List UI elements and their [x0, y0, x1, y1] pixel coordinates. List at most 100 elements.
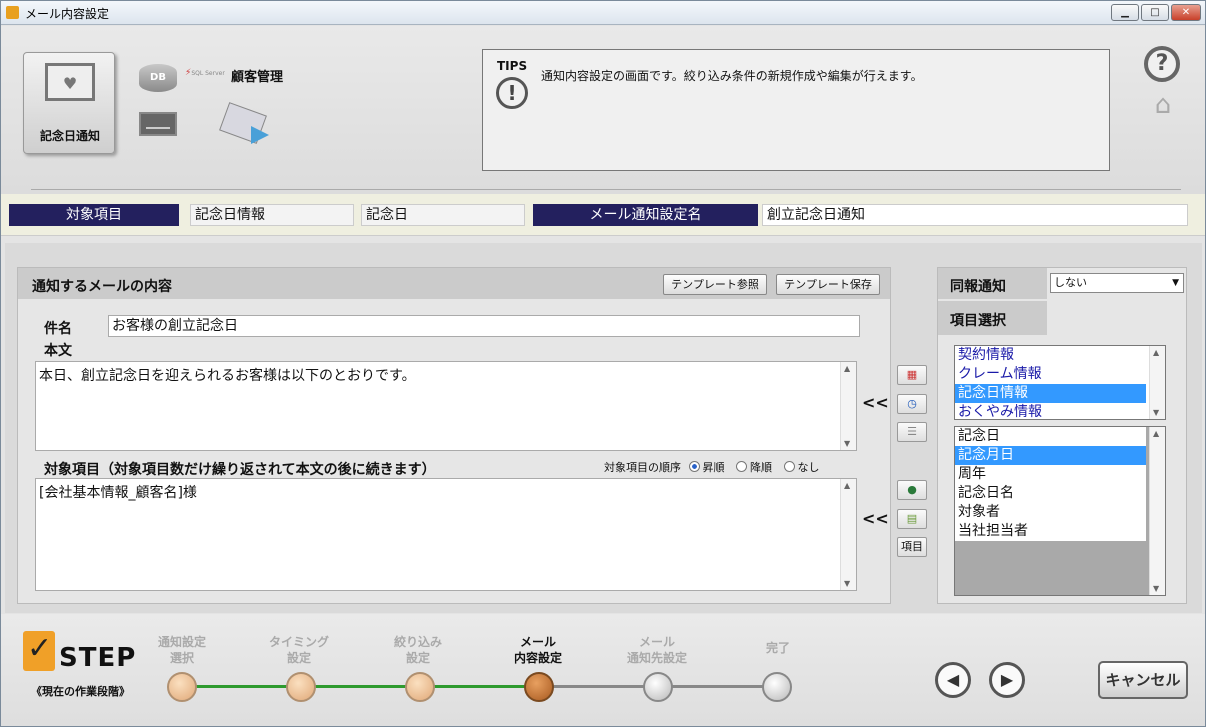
close-button[interactable]: ✕ [1171, 4, 1201, 21]
info-bar: 対象項目 記念日情報 記念日 メール通知設定名 創立記念日通知 [1, 194, 1205, 236]
target-value-1: 記念日情報 [190, 204, 354, 226]
step-label: 完了 [765, 641, 790, 655]
order-radio-group: 対象項目の順序 昇順 降順 なし [604, 459, 828, 475]
step-logo: STEP [23, 631, 143, 691]
items-scrollbar[interactable]: ▲ ▼ [840, 479, 856, 590]
customer-management-label: 顧客管理 [231, 70, 284, 85]
main-window: メール内容設定 ▁ □ ✕ ♥ 記念日通知 DB ⚡SQL Server 顧客管… [0, 0, 1206, 727]
top-area: ♥ 記念日通知 DB ⚡SQL Server 顧客管理 TIPS ! 通知内容設… [1, 26, 1205, 194]
item-button[interactable]: 項目 [897, 537, 927, 557]
template-reference-button[interactable]: テンプレート参照 [663, 274, 767, 295]
tips-text: 通知内容設定の画面です。絞り込み条件の新規作成や編集が行えます。 [541, 69, 923, 83]
step-node [762, 672, 792, 702]
tips-box: TIPS ! 通知内容設定の画面です。絞り込み条件の新規作成や編集が行えます。 [482, 49, 1110, 171]
progress-line [181, 685, 541, 688]
tips-label: TIPS [497, 59, 528, 73]
body-textarea[interactable]: 本日、創立記念日を迎えられるお客様は以下のとおりです。 ▲ ▼ [35, 361, 857, 451]
body-text: 本日、創立記念日を迎えられるお客様は以下のとおりです。 [39, 368, 416, 384]
step-node [405, 672, 435, 702]
setting-name-field[interactable]: 創立記念日通知 [762, 204, 1188, 226]
broadcast-value: しない [1054, 276, 1087, 289]
mail-icon [139, 112, 177, 136]
field-item[interactable]: 記念日 [955, 427, 1146, 446]
target-value-2: 記念日 [361, 204, 525, 226]
broadcast-select[interactable]: しない ▼ [1050, 273, 1184, 293]
exclamation-icon: ! [496, 77, 528, 109]
database-icon: DB [139, 64, 177, 92]
items-text: [会社基本情報_顧客名]様 [39, 485, 197, 501]
window-title: メール内容設定 [25, 7, 110, 21]
panel-title: 通知するメールの内容 [32, 279, 172, 295]
field-item-selected[interactable]: 記念月日 [955, 446, 1146, 465]
category-list[interactable]: 契約情報 クレーム情報 記念日情報 おくやみ情報 ▲ ▼ [954, 345, 1166, 420]
order-none-label: なし [797, 461, 820, 474]
step-node [167, 672, 197, 702]
chevron-down-icon: ▼ [1172, 278, 1179, 288]
items-textarea[interactable]: [会社基本情報_顧客名]様 ▲ ▼ [35, 478, 857, 591]
step-label: 通知設定 選択 [157, 635, 206, 665]
mail-content-panel: 通知するメールの内容 テンプレート参照 テンプレート保存 件名 お客様の創立記念… [17, 267, 891, 604]
body-scrollbar[interactable]: ▲ ▼ [840, 362, 856, 450]
category-scrollbar[interactable]: ▲ ▼ [1149, 346, 1165, 419]
sql-server-logo: ⚡SQL Server [185, 68, 225, 78]
insert-to-body-arrow[interactable]: << [862, 393, 889, 412]
step-node [643, 672, 673, 702]
minimize-button[interactable]: ▁ [1111, 4, 1139, 21]
calendar-icon[interactable]: ▦ [897, 365, 927, 385]
field-item[interactable]: 記念日名 [955, 484, 1146, 503]
frame-icon: ♥ [45, 63, 95, 101]
insert-to-items-arrow[interactable]: << [862, 509, 889, 528]
help-icon[interactable]: ? [1144, 46, 1180, 82]
send-arrow-icon [251, 126, 269, 144]
divider [31, 189, 1181, 190]
item-select-label: 項目選択 [938, 301, 1047, 335]
step-node-current [524, 672, 554, 702]
field-item[interactable]: 周年 [955, 465, 1146, 484]
back-button[interactable]: ◀ [935, 662, 971, 698]
broadcast-label: 同報通知 [938, 268, 1047, 299]
step-caption: 《現在の作業段階》 [31, 685, 130, 698]
step-label: 絞り込み 設定 [393, 635, 442, 665]
cancel-button[interactable]: キャンセル [1098, 661, 1188, 699]
next-button[interactable]: ▶ [989, 662, 1025, 698]
order-asc-label: 昇順 [702, 461, 725, 474]
step-label: タイミング 設定 [268, 635, 329, 665]
field-item[interactable]: 対象者 [955, 503, 1146, 522]
heart-icon: ♥ [62, 74, 78, 93]
maximize-button[interactable]: □ [1141, 4, 1169, 21]
app-icon [6, 6, 19, 19]
template-save-button[interactable]: テンプレート保存 [776, 274, 880, 295]
subject-input[interactable]: お客様の創立記念日 [108, 315, 860, 337]
category-item[interactable]: 契約情報 [955, 346, 1146, 365]
order-desc-radio[interactable]: 降順 [736, 461, 776, 474]
category-item-selected[interactable]: 記念日情報 [955, 384, 1146, 403]
step-bar: STEP 《現在の作業段階》 通知設定選択 タイミング設定 絞り込み設定 メール… [1, 614, 1205, 726]
right-panel: 同報通知 しない ▼ 項目選択 契約情報 クレーム情報 記念日情報 おくやみ情報… [937, 267, 1187, 604]
panel-header: 通知するメールの内容 テンプレート参照 テンプレート保存 [18, 268, 890, 299]
field-item[interactable]: 当社担当者 [955, 522, 1146, 541]
category-item[interactable]: クレーム情報 [955, 365, 1146, 384]
list-icon[interactable]: ☰ [897, 422, 927, 442]
order-desc-label: 降順 [750, 461, 772, 474]
check-icon [23, 631, 55, 671]
globe-icon[interactable]: ● [897, 480, 927, 500]
title-bar: メール内容設定 ▁ □ ✕ [1, 1, 1205, 25]
order-none-radio[interactable]: なし [783, 461, 824, 474]
category-item[interactable]: おくやみ情報 [955, 403, 1146, 419]
clock-icon[interactable]: ◷ [897, 394, 927, 414]
step-label-current: メール 内容設定 [513, 635, 562, 665]
selected-notice-label: 記念日通知 [39, 129, 100, 143]
main-area: 通知するメールの内容 テンプレート参照 テンプレート保存 件名 お客様の創立記念… [5, 243, 1202, 613]
order-label: 対象項目の順序 [604, 461, 681, 474]
setting-name-header: メール通知設定名 [533, 204, 758, 226]
subject-label: 件名 [44, 321, 72, 337]
field-scrollbar[interactable]: ▲ ▼ [1149, 427, 1165, 595]
map-icon[interactable]: ▤ [897, 509, 927, 529]
anniversary-notice-icon[interactable]: ♥ 記念日通知 [23, 52, 115, 154]
home-icon[interactable]: ⌂ [1145, 90, 1181, 124]
step-node [286, 672, 316, 702]
order-asc-radio[interactable]: 昇順 [688, 461, 729, 474]
target-items-label: 対象項目（対象項目数だけ繰り返されて本文の後に続きます） [44, 462, 436, 478]
sql-server-label: SQL Server [191, 70, 225, 77]
field-list[interactable]: 記念日 記念月日 周年 記念日名 対象者 当社担当者 ▲ ▼ [954, 426, 1166, 596]
